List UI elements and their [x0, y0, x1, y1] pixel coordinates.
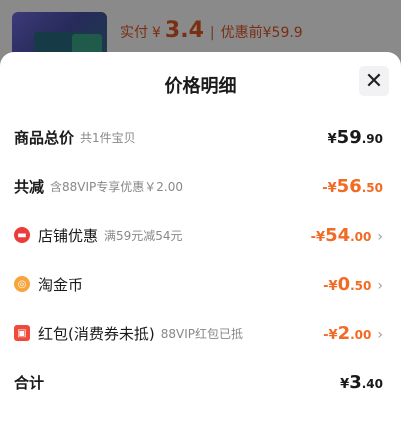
row-shop-discount[interactable]: ▬ 店铺优惠 满59元减54元 -¥ 54 .00 ›: [14, 220, 383, 250]
paid-label: 实付: [120, 25, 148, 41]
taojinbi-currency: -¥: [323, 278, 338, 294]
price-detail-sheet: 价格明细 ✕ 商品总价 共1件宝贝 ¥ 59 .90 共减 含88VIP专享优惠…: [0, 52, 401, 423]
discount-total-dec: .50: [361, 180, 383, 195]
red-packet-sub: 88VIP红包已抵: [160, 326, 243, 341]
discount-total-amount: -¥ 56 .50: [322, 176, 383, 197]
sum-amount: ¥ 3 .40: [340, 372, 383, 393]
red-packet-icon: ▣: [14, 325, 30, 341]
shop-discount-label: 店铺优惠: [38, 226, 99, 245]
shop-discount-icon: ▬: [14, 227, 30, 243]
red-packet-label: 红包(消费券未抵): [38, 324, 155, 343]
row-total-price: 商品总价 共1件宝贝 ¥ 59 .90: [14, 122, 383, 152]
row-sum: 合计 ¥ 3 .40: [14, 367, 383, 397]
discount-total-int: 56: [336, 175, 362, 197]
shop-discount-currency: -¥: [310, 229, 326, 245]
sum-dec: .40: [361, 376, 383, 391]
row-red-packet[interactable]: ▣ 红包(消费券未抵) 88VIP红包已抵 -¥ 2 .00 ›: [14, 318, 383, 348]
shop-discount-sub: 满59元减54元: [104, 228, 183, 243]
original-price: 优惠前¥59.9: [220, 25, 303, 41]
price-separator: |: [209, 25, 215, 41]
taojinbi-dec: .50: [350, 278, 372, 293]
close-icon: ✕: [364, 68, 384, 94]
total-currency: ¥: [327, 131, 337, 147]
sum-int: 3: [349, 371, 362, 393]
chevron-right-icon: ›: [377, 277, 383, 294]
taojinbi-int: 0: [337, 273, 351, 295]
shop-discount-int: 54: [325, 224, 351, 246]
paid-currency: ¥: [152, 25, 161, 41]
coin-icon: ◎: [14, 276, 30, 292]
total-int: 59: [336, 126, 362, 148]
taojinbi-label: 淘金币: [38, 275, 84, 294]
background-product-header: 实付 ¥ 3.4 | 优惠前¥59.9: [0, 0, 401, 62]
red-packet-int: 2: [337, 322, 351, 344]
chevron-right-icon: ›: [377, 228, 383, 245]
taojinbi-amount: -¥ 0 .50 ›: [323, 274, 383, 295]
chevron-right-icon: ›: [377, 326, 383, 343]
paid-price-line: 实付 ¥ 3.4 | 优惠前¥59.9: [120, 18, 303, 46]
shop-discount-amount: -¥ 54 .00 ›: [311, 225, 383, 246]
row-taojinbi[interactable]: ◎ 淘金币 -¥ 0 .50 ›: [14, 269, 383, 299]
sheet-title: 价格明细: [164, 76, 237, 97]
total-dec: .90: [361, 131, 383, 146]
total-amount: ¥ 59 .90: [328, 127, 383, 148]
red-packet-amount: -¥ 2 .00 ›: [323, 323, 383, 344]
sum-currency: ¥: [340, 376, 350, 392]
discount-total-currency: -¥: [322, 180, 337, 196]
total-label: 商品总价: [14, 128, 75, 147]
total-sub: 共1件宝贝: [80, 130, 136, 145]
discount-total-label: 共减: [14, 177, 45, 196]
paid-amount: 3.4: [164, 18, 204, 43]
discount-total-sub: 含88VIP专享优惠￥2.00: [50, 179, 183, 194]
shop-discount-dec: .00: [350, 229, 372, 244]
red-packet-currency: -¥: [323, 327, 338, 343]
sum-label: 合计: [14, 373, 45, 392]
close-button[interactable]: ✕: [359, 66, 389, 96]
red-packet-dec: .00: [350, 327, 372, 342]
row-discount-total: 共减 含88VIP专享优惠￥2.00 -¥ 56 .50: [14, 171, 383, 201]
